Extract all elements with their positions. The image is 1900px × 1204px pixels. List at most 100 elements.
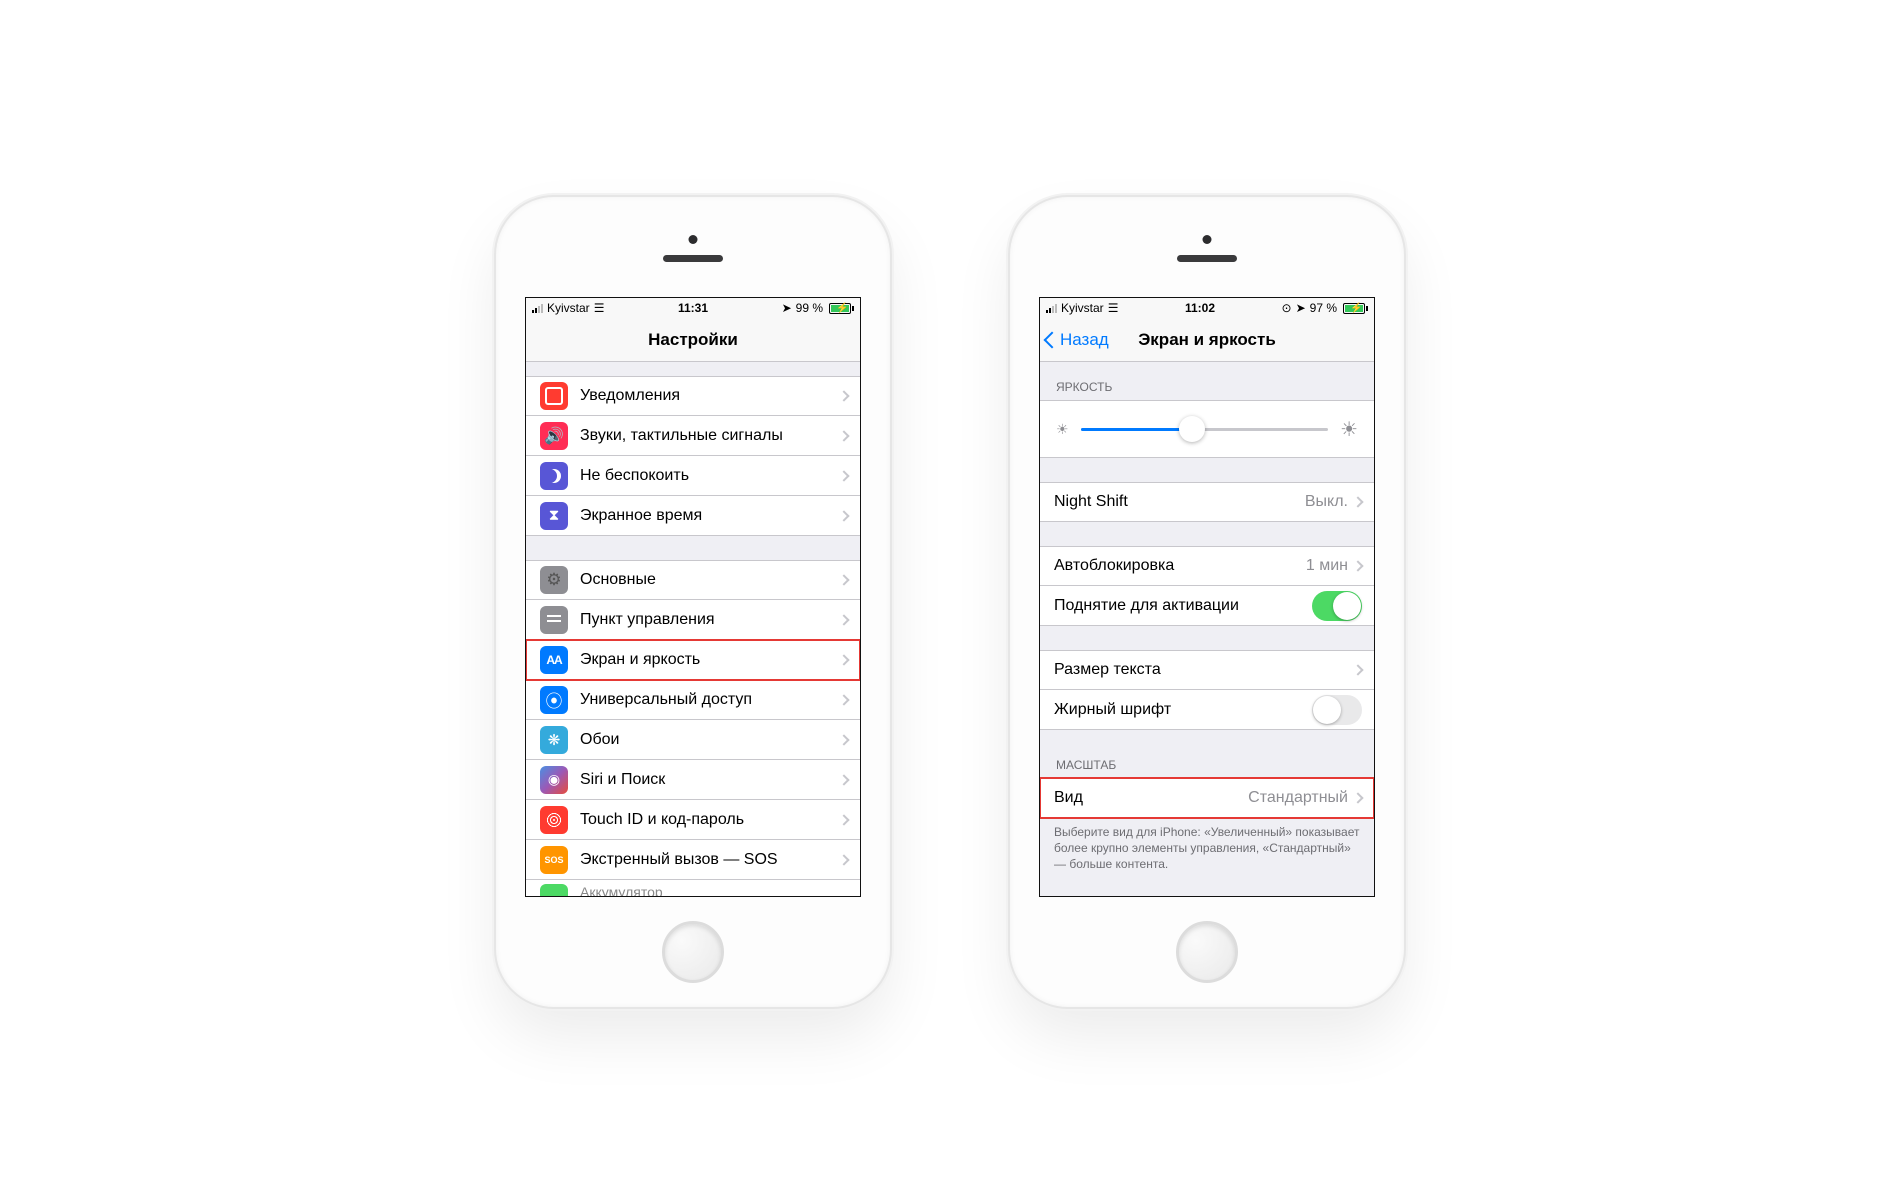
row-label: Основные	[580, 571, 840, 589]
view-value: Стандартный	[1248, 789, 1348, 807]
row-battery-cutoff[interactable]: Аккумулятор	[526, 880, 860, 896]
moon-icon	[540, 462, 568, 490]
row-label: Экстренный вызов — SOS	[580, 851, 840, 869]
raise-toggle[interactable]	[1312, 591, 1362, 621]
row-flower[interactable]: ❋ Обои	[526, 720, 860, 760]
chevron-right-icon	[1352, 664, 1363, 675]
row-access[interactable]: ⦿ Универсальный доступ	[526, 680, 860, 720]
row-hourglass[interactable]: ⧗Экранное время	[526, 496, 860, 536]
chevron-right-icon	[1352, 496, 1363, 507]
back-label: Назад	[1060, 330, 1109, 350]
nav-bar: Назад Экран и яркость	[1040, 318, 1374, 362]
nav-bar: Настройки	[526, 318, 860, 362]
chevron-right-icon	[838, 614, 849, 625]
page-title: Экран и яркость	[1138, 330, 1276, 350]
auto-lock-label: Автоблокировка	[1054, 557, 1306, 575]
brightness-header: ЯРКОСТЬ	[1040, 374, 1374, 400]
brightness-slider[interactable]	[1081, 428, 1329, 431]
text-size-label: Размер текста	[1054, 661, 1354, 679]
row-sound[interactable]: 🔊 Звуки, тактильные сигналы	[526, 416, 860, 456]
chevron-right-icon	[838, 774, 849, 785]
screen-display-brightness: Kyivstar ☰ 11:02 ⊙ ➤ 97 % ⚡ Назад Экран …	[1039, 297, 1375, 897]
chevron-right-icon	[838, 694, 849, 705]
row-aa[interactable]: AAЭкран и яркость	[526, 640, 860, 680]
row-touchid[interactable]: Touch ID и код-пароль	[526, 800, 860, 840]
settings-list[interactable]: Уведомления 🔊 Звуки, тактильные сигналы Не …	[526, 362, 860, 896]
row-label: Экранное время	[580, 507, 840, 525]
status-time: 11:31	[678, 301, 708, 315]
chevron-right-icon	[838, 574, 849, 585]
notif-icon	[540, 382, 568, 410]
bold-toggle[interactable]	[1312, 695, 1362, 725]
chevron-right-icon	[1352, 792, 1363, 803]
row-label: Звуки, тактильные сигналы	[580, 427, 840, 445]
row-label: Экран и яркость	[580, 651, 840, 669]
brightness-list[interactable]: ЯРКОСТЬ ☀ ☀ Night Shift Выкл. Автоблоки	[1040, 362, 1374, 896]
chevron-left-icon	[1044, 331, 1061, 348]
row-notif[interactable]: Уведомления	[526, 376, 860, 416]
raise-label: Поднятие для активации	[1054, 597, 1312, 615]
flower-icon: ❋	[540, 726, 568, 754]
night-shift-value: Выкл.	[1305, 493, 1348, 511]
row-label: Уведомления	[580, 387, 840, 405]
phone-earpiece	[1177, 255, 1237, 262]
slider-thumb[interactable]	[1179, 416, 1205, 442]
row-gear[interactable]: ⚙ Основные	[526, 560, 860, 600]
chevron-right-icon	[838, 654, 849, 665]
battery-icon	[540, 884, 568, 896]
sun-big-icon: ☀	[1340, 417, 1358, 442]
battery-icon: ⚡	[1341, 303, 1368, 314]
chevron-right-icon	[838, 734, 849, 745]
page-title: Настройки	[648, 330, 738, 350]
phone-camera	[1203, 235, 1212, 244]
phone-left-mockup: Kyivstar ☰ 11:31 ➤ 99 % ⚡ Настройки Увед…	[496, 197, 890, 1007]
chevron-right-icon	[838, 510, 849, 521]
access-icon: ⦿	[540, 686, 568, 714]
row-auto-lock[interactable]: Автоблокировка 1 мин	[1040, 546, 1374, 586]
signal-icon	[1046, 303, 1057, 313]
row-text-size[interactable]: Размер текста	[1040, 650, 1374, 690]
row-view[interactable]: Вид Стандартный	[1040, 778, 1374, 818]
night-shift-label: Night Shift	[1054, 493, 1305, 511]
row-sliders[interactable]: Пункт управления	[526, 600, 860, 640]
chevron-right-icon	[838, 390, 849, 401]
row-label: Touch ID и код-пароль	[580, 811, 840, 829]
row-moon[interactable]: Не беспокоить	[526, 456, 860, 496]
sun-small-icon: ☀	[1056, 421, 1069, 438]
location-icon: ➤	[782, 301, 792, 315]
brightness-slider-row[interactable]: ☀ ☀	[1040, 400, 1374, 458]
sound-icon: 🔊	[540, 422, 568, 450]
row-label: Пункт управления	[580, 611, 840, 629]
row-label: Универсальный доступ	[580, 691, 840, 709]
home-button[interactable]	[662, 921, 724, 983]
row-sos[interactable]: SOSЭкстренный вызов — SOS	[526, 840, 860, 880]
home-button[interactable]	[1176, 921, 1238, 983]
alarm-icon: ⊙	[1282, 301, 1292, 315]
zoom-footer: Выберите вид для iPhone: «Увеличенный» п…	[1040, 818, 1374, 873]
row-siri[interactable]: ◉ Siri и Поиск	[526, 760, 860, 800]
battery-percent: 97 %	[1310, 301, 1337, 315]
row-label: Siri и Поиск	[580, 771, 840, 789]
gear-icon: ⚙	[540, 566, 568, 594]
back-button[interactable]: Назад	[1046, 330, 1109, 350]
status-time: 11:02	[1185, 301, 1215, 315]
carrier-label: Kyivstar	[1061, 301, 1104, 315]
chevron-right-icon	[838, 814, 849, 825]
row-raise-to-wake[interactable]: Поднятие для активации	[1040, 586, 1374, 626]
touchid-icon	[540, 806, 568, 834]
auto-lock-value: 1 мин	[1306, 557, 1348, 575]
phone-camera	[689, 235, 698, 244]
wifi-icon: ☰	[594, 301, 605, 315]
zoom-header: МАСШТАБ	[1040, 752, 1374, 778]
siri-icon: ◉	[540, 766, 568, 794]
row-bold-text[interactable]: Жирный шрифт	[1040, 690, 1374, 730]
status-bar: Kyivstar ☰ 11:31 ➤ 99 % ⚡	[526, 298, 860, 318]
chevron-right-icon	[838, 430, 849, 441]
row-label: Обои	[580, 731, 840, 749]
battery-icon: ⚡	[827, 303, 854, 314]
view-label: Вид	[1054, 789, 1248, 807]
screen-settings: Kyivstar ☰ 11:31 ➤ 99 % ⚡ Настройки Увед…	[525, 297, 861, 897]
bold-label: Жирный шрифт	[1054, 701, 1312, 719]
wifi-icon: ☰	[1108, 301, 1119, 315]
row-night-shift[interactable]: Night Shift Выкл.	[1040, 482, 1374, 522]
